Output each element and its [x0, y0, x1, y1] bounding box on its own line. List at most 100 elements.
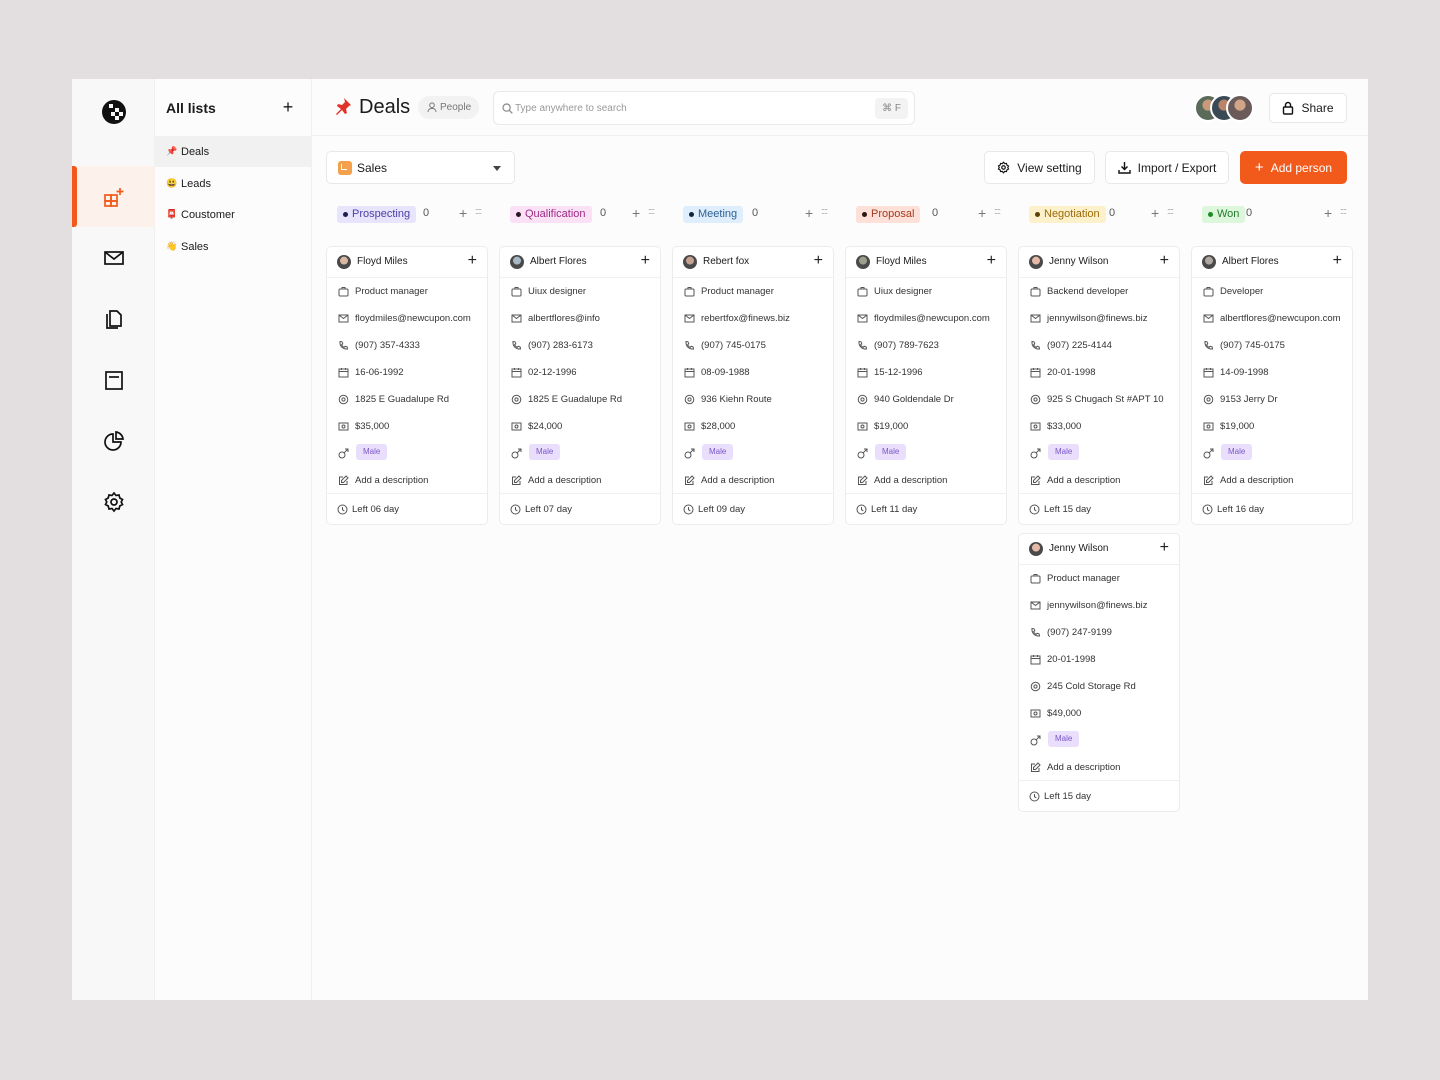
clock-icon	[683, 504, 694, 515]
share-button[interactable]: Share	[1269, 93, 1347, 123]
add-person-button[interactable]: + Add person	[1240, 151, 1347, 184]
calendar-icon	[857, 368, 868, 378]
add-icon[interactable]: +	[1333, 252, 1342, 270]
card-description[interactable]: Add a description	[1220, 475, 1293, 486]
days-left: Left 07 day	[525, 504, 573, 515]
stage-badge[interactable]: Meeting	[683, 206, 744, 223]
deal-card[interactable]: Albert Flores + Uiux designer albertflores@…	[499, 246, 661, 525]
card-role: Product manager	[355, 286, 428, 297]
deal-card[interactable]: Rebert fox + Product manager rebertfox@fine…	[672, 246, 834, 525]
card-description[interactable]: Add a description	[355, 475, 428, 486]
add-deal-icon[interactable]: +	[1324, 205, 1332, 221]
rail-notes[interactable]	[72, 349, 155, 410]
more-icon[interactable]: ::::	[1167, 206, 1174, 216]
avatar	[1202, 255, 1216, 269]
add-icon[interactable]: +	[1160, 252, 1169, 270]
import-export-button[interactable]: Import / Export	[1105, 151, 1229, 184]
add-deal-icon[interactable]: +	[978, 205, 986, 221]
card-date: 20-01-1998	[1047, 367, 1096, 378]
list-item-customer[interactable]: 📮 Coustomer	[155, 199, 311, 230]
card-footer: Left 06 day	[327, 494, 487, 524]
people-tag[interactable]: People	[418, 96, 480, 119]
card-phone: (907) 225-4144	[1047, 340, 1112, 351]
location-pin-icon	[338, 394, 349, 405]
smile-emoji-icon: 😃	[166, 178, 178, 188]
card-field-phone: (907) 357-4333	[327, 332, 487, 359]
collaborator-avatars[interactable]	[1194, 94, 1254, 122]
pipeline-select[interactable]: Sales	[326, 151, 515, 184]
share-label: Share	[1301, 101, 1334, 115]
download-icon	[1117, 162, 1131, 174]
deal-card[interactable]: Jenny Wilson + Backend developer jennywilso…	[1018, 246, 1180, 525]
card-field-email: floydmiles@newcupon.com	[846, 305, 1006, 332]
deal-card[interactable]: Jenny Wilson + Product manager jennywilson@…	[1018, 533, 1180, 812]
location-pin-icon	[1030, 681, 1041, 692]
add-icon[interactable]: +	[987, 252, 996, 270]
list-item-deals[interactable]: 📌 Deals	[155, 136, 311, 167]
briefcase-icon	[684, 287, 695, 297]
rail-dashboard[interactable]	[72, 166, 155, 227]
more-icon[interactable]: ::::	[821, 206, 828, 216]
stage-badge[interactable]: Prospecting	[337, 206, 417, 223]
card-footer: Left 16 day	[1192, 494, 1352, 524]
deal-card[interactable]: Albert Flores + Developer albertflores@newc…	[1191, 246, 1353, 525]
phone-icon	[1204, 340, 1214, 350]
add-deal-icon[interactable]: +	[1151, 205, 1159, 221]
deal-card[interactable]: Floyd Miles + Uiux designer floydmiles@newc…	[845, 246, 1007, 525]
add-deal-icon[interactable]: +	[632, 205, 640, 221]
card-field-email: jennywilson@finews.biz	[1019, 305, 1179, 332]
search-input[interactable]	[515, 100, 815, 117]
stage-badge[interactable]: Negotiation	[1029, 206, 1106, 223]
card-description[interactable]: Add a description	[701, 475, 774, 486]
list-item-sales[interactable]: 👋 Sales	[155, 231, 311, 262]
money-icon	[1030, 709, 1041, 718]
card-footer: Left 07 day	[500, 494, 660, 524]
briefcase-icon	[511, 287, 522, 297]
stage-badge[interactable]: Proposal	[856, 206, 921, 223]
logo-icon	[102, 100, 126, 124]
add-icon[interactable]: +	[1160, 539, 1169, 557]
gender-badge: Male	[875, 444, 907, 460]
rail-reports[interactable]	[72, 410, 155, 471]
card-header: Rebert fox +	[673, 247, 833, 278]
card-description[interactable]: Add a description	[874, 475, 947, 486]
icon-rail	[72, 79, 155, 1000]
card-phone: (907) 789-7623	[874, 340, 939, 351]
card-description[interactable]: Add a description	[1047, 475, 1120, 486]
card-footer: Left 15 day	[1019, 781, 1179, 811]
add-icon[interactable]: +	[814, 252, 823, 270]
lock-icon	[1283, 101, 1294, 115]
stage-badge[interactable]: Qualification	[510, 206, 592, 223]
card-field-amount: $24,000	[500, 413, 660, 440]
more-icon[interactable]: ::::	[994, 206, 1001, 216]
card-amount: $49,000	[1047, 708, 1082, 719]
mail-icon	[338, 314, 349, 323]
view-setting-button[interactable]: View setting	[984, 151, 1095, 184]
rail-documents[interactable]	[72, 288, 155, 349]
edit-icon	[1031, 475, 1041, 485]
card-amount: $35,000	[355, 421, 390, 432]
card-field-phone: (907) 247-9199	[1019, 619, 1179, 646]
rail-settings[interactable]	[72, 471, 155, 532]
add-list-button[interactable]: +	[279, 97, 297, 117]
add-deal-icon[interactable]: +	[459, 205, 467, 221]
stage-badge[interactable]: Won	[1202, 206, 1246, 223]
card-field-description: Add a description	[327, 467, 487, 494]
caret-down-icon	[493, 166, 501, 171]
add-icon[interactable]: +	[641, 252, 650, 270]
card-description[interactable]: Add a description	[1047, 762, 1120, 773]
more-icon[interactable]: ::::	[648, 206, 655, 216]
list-item-leads[interactable]: 😃 Leads	[155, 168, 311, 199]
more-icon[interactable]: ::::	[1340, 206, 1347, 216]
add-icon[interactable]: +	[468, 252, 477, 270]
mail-icon	[1030, 314, 1041, 323]
deal-card[interactable]: Floyd Miles + Product manager floydmiles@ne…	[326, 246, 488, 525]
search-bar[interactable]: ⌘ F	[493, 91, 915, 125]
contact-name: Albert Flores	[1222, 256, 1279, 267]
mail-icon	[511, 314, 522, 323]
card-field-amount: $19,000	[1192, 413, 1352, 440]
rail-mail[interactable]	[72, 227, 155, 288]
add-deal-icon[interactable]: +	[805, 205, 813, 221]
card-description[interactable]: Add a description	[528, 475, 601, 486]
more-icon[interactable]: ::::	[475, 206, 482, 216]
